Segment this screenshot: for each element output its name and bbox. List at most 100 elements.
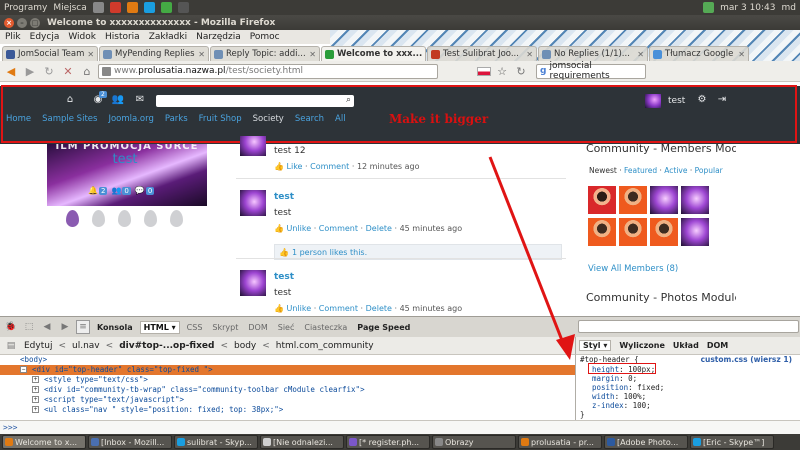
html-tree-line[interactable]: − <div id="top-header" class="top-fixed "… <box>0 365 575 375</box>
tab-4[interactable]: Test Sulibrat Joo... ✕ <box>427 46 537 61</box>
members-tab-newest[interactable]: Newest <box>589 166 617 175</box>
refresh-icon[interactable]: ↻ <box>513 63 529 79</box>
clock[interactable]: mar 3 10:43 <box>720 3 775 13</box>
back-arrow-icon[interactable]: ◀ <box>3 63 19 79</box>
post-avatar[interactable] <box>240 270 266 296</box>
chevron-left-icon[interactable]: < <box>58 341 66 351</box>
stop-icon[interactable]: ✕ <box>60 63 76 79</box>
html-tree-line[interactable]: + <script type="text/javascript"> <box>0 395 575 405</box>
member-avatar[interactable] <box>588 186 616 214</box>
tab-5[interactable]: No Replies (1/1)... ✕ <box>538 46 648 61</box>
firebug-tab-5[interactable]: Sieć <box>275 322 298 333</box>
firebug-tab-2[interactable]: CSS <box>184 322 206 333</box>
launcher-icon[interactable] <box>92 2 104 13</box>
firebug-tab-6[interactable]: Ciasteczka <box>301 322 350 333</box>
post-action-unlike[interactable]: Unlike <box>287 224 312 233</box>
breadcrumb-item[interactable]: div#top-...op-fixed <box>117 341 216 351</box>
maximize-icon[interactable]: □ <box>30 17 40 28</box>
menu-3[interactable]: Historia <box>105 32 140 42</box>
close-tab-icon[interactable]: ✕ <box>87 50 94 59</box>
css-rule[interactable]: position: fixed; <box>592 383 664 392</box>
site-identity-icon[interactable] <box>102 66 111 76</box>
post-action-comment[interactable]: Comment <box>319 304 358 313</box>
network-icon[interactable] <box>703 2 715 13</box>
firebug-search-input[interactable] <box>578 320 799 333</box>
menu-6[interactable]: Pomoc <box>250 32 280 42</box>
home-icon[interactable]: ⌂ <box>79 63 95 79</box>
style-side-tab-1[interactable]: Wyliczone <box>619 341 665 350</box>
terminal-icon[interactable] <box>177 2 189 13</box>
taskbar-item-6[interactable]: prolusatia - pr... <box>518 435 602 449</box>
tab-0[interactable]: JomSocial Team ✕ <box>2 46 98 61</box>
tab-2[interactable]: Reply Topic: addi... ✕ <box>210 46 320 61</box>
style-side-tab-2[interactable]: Układ <box>673 341 699 350</box>
firebug-tab-0[interactable]: Konsola <box>94 322 136 333</box>
expand-toggle-icon[interactable]: + <box>32 376 39 383</box>
member-avatar[interactable] <box>650 186 678 214</box>
member-avatar[interactable] <box>619 218 647 246</box>
taskbar-item-4[interactable]: [* register.ph... <box>346 435 430 449</box>
tab-3[interactable]: Welcome to xxx...✕ <box>321 46 426 61</box>
post-action-unlike[interactable]: Unlike <box>287 304 312 313</box>
taskbar-item-2[interactable]: sulibrat - Skyp... <box>174 435 258 449</box>
menu-0[interactable]: Plik <box>5 32 21 42</box>
user-menu[interactable]: md <box>782 3 796 13</box>
firebug-icon[interactable]: 🐞 <box>4 320 18 334</box>
messages-stat[interactable]: 💬 0 <box>135 186 155 195</box>
member-avatar[interactable] <box>650 218 678 246</box>
taskbar-item-0[interactable]: Welcome to x... <box>2 435 86 449</box>
firebug-tab-7[interactable]: Page Speed <box>354 322 413 333</box>
firebug-console-line[interactable]: >>> <box>0 420 800 434</box>
breadcrumb-item[interactable]: html.com_community <box>274 341 376 351</box>
close-tab-icon[interactable]: ✕ <box>425 50 426 59</box>
html-tree-line[interactable]: + <ul class="nav " style="position: fixed… <box>0 405 575 415</box>
member-avatar[interactable] <box>619 186 647 214</box>
expand-toggle-icon[interactable]: + <box>32 386 39 393</box>
css-rule[interactable]: width: 100%; <box>592 392 646 401</box>
search-input[interactable]: g jomsocial requirements <box>536 61 646 81</box>
menu-icon[interactable]: ≡ <box>76 320 90 334</box>
member-avatar[interactable] <box>681 186 709 214</box>
menu-1[interactable]: Edycja <box>30 32 60 42</box>
firebug-tab-1[interactable]: HTML ▾ <box>139 320 180 334</box>
post-action-comment[interactable]: Comment <box>319 224 358 233</box>
html-tree-line[interactable]: <body> <box>0 355 575 365</box>
close-tab-icon[interactable]: ✕ <box>738 50 745 59</box>
drop-icon[interactable] <box>170 210 183 227</box>
post-author[interactable]: test <box>274 272 294 282</box>
post-action-delete[interactable]: Delete <box>366 304 392 313</box>
likes-text[interactable]: 1 person likes this. <box>292 248 367 257</box>
taskbar-item-8[interactable]: [Eric - Skype™] <box>690 435 774 449</box>
taskbar-item-3[interactable]: [Nie odnalezi... <box>260 435 344 449</box>
post-action-like[interactable]: Like <box>287 162 303 171</box>
tab-6[interactable]: Tłumacz Google ✕ <box>649 46 749 61</box>
post-action-delete[interactable]: Delete <box>366 224 392 233</box>
members-tab-popular[interactable]: Popular <box>695 166 723 175</box>
firefox-icon[interactable] <box>126 2 138 13</box>
post-action-comment[interactable]: Comment <box>310 162 349 171</box>
forward-icon[interactable]: ▶ <box>58 320 72 334</box>
drop-icon[interactable] <box>92 210 105 227</box>
post-avatar[interactable] <box>240 136 266 156</box>
expand-toggle-icon[interactable]: + <box>32 406 39 413</box>
html-tree-line[interactable]: + <div id="community-tb-wrap" class="comm… <box>0 385 575 395</box>
css-rule[interactable]: margin: 0; <box>592 374 637 383</box>
minimize-icon[interactable]: – <box>17 17 27 28</box>
close-tab-icon[interactable]: ✕ <box>198 50 205 59</box>
menu-4[interactable]: Zakładki <box>149 32 187 42</box>
bookmark-star-icon[interactable]: ☆ <box>494 63 510 79</box>
members-tab-featured[interactable]: Featured <box>624 166 657 175</box>
member-avatar[interactable] <box>681 218 709 246</box>
firebug-tab-4[interactable]: DOM <box>245 322 270 333</box>
profile-name[interactable]: test <box>100 152 150 167</box>
post-author[interactable]: test <box>274 192 294 202</box>
chrome-icon[interactable] <box>160 2 172 13</box>
taskbar-item-7[interactable]: [Adobe Photo... <box>604 435 688 449</box>
post-avatar[interactable] <box>240 190 266 216</box>
style-side-tab-0[interactable]: Styl ▾ <box>579 340 612 351</box>
taskbar-item-1[interactable]: [Inbox - Mozill... <box>88 435 172 449</box>
css-source-link[interactable]: custom.css (wiersz 1) <box>701 355 792 364</box>
apps-menu[interactable]: Programy <box>4 3 47 13</box>
groups-stat[interactable]: 👥 0 <box>111 186 131 195</box>
drop-icon[interactable] <box>66 210 79 227</box>
